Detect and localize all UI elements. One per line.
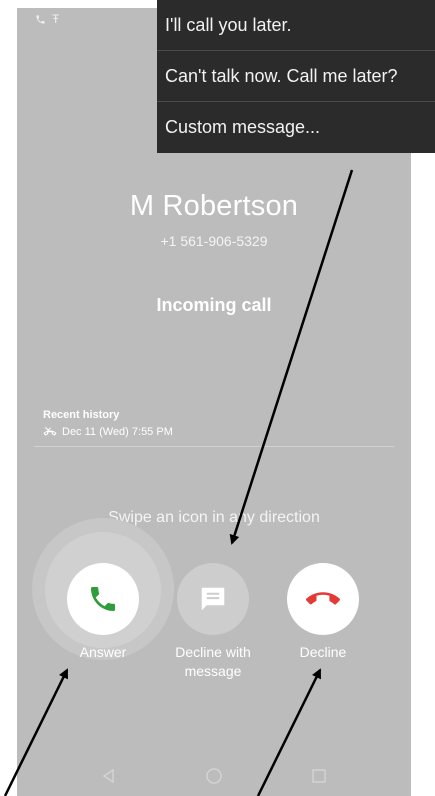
screenshot-stage: Ŧ M Robertson +1 561-906-5329 Incoming c… xyxy=(0,0,435,796)
answer-button[interactable] xyxy=(67,563,139,635)
recent-history-title: Recent history xyxy=(43,409,120,421)
back-icon xyxy=(102,768,114,784)
call-status: Incoming call xyxy=(156,295,272,315)
decline-with-message-label-line2: message xyxy=(184,663,242,679)
home-button[interactable] xyxy=(202,764,226,788)
quick-reply-item[interactable]: I'll call you later. xyxy=(157,0,435,51)
t-mobile-icon: Ŧ xyxy=(52,12,60,26)
status-bar: Ŧ xyxy=(35,12,59,26)
caller-number: +1 561-906-5329 xyxy=(160,233,268,249)
quick-reply-item[interactable]: Can't talk now. Call me later? xyxy=(157,51,435,102)
answer-label: Answer xyxy=(79,644,127,660)
recents-button[interactable] xyxy=(307,764,331,788)
recents-icon xyxy=(312,769,326,783)
home-icon xyxy=(206,768,222,784)
recent-history-date: Dec 11 (Wed) 7:55 PM xyxy=(62,426,173,438)
answer-action[interactable]: Answer xyxy=(43,563,163,662)
divider xyxy=(34,446,394,447)
back-button[interactable] xyxy=(97,764,121,788)
recent-history-entry[interactable]: Dec 11 (Wed) 7:55 PM xyxy=(43,426,173,438)
decline-with-message-label: Decline with message xyxy=(153,643,273,681)
decline-with-message-label-line1: Decline with xyxy=(175,644,251,660)
quick-reply-custom-message[interactable]: Custom message... xyxy=(157,102,435,153)
phone-icon xyxy=(91,587,115,611)
missed-call-icon xyxy=(43,426,57,436)
decline-button[interactable] xyxy=(287,563,359,635)
message-icon xyxy=(201,587,225,611)
quick-reply-menu: I'll call you later. Can't talk now. Cal… xyxy=(157,0,435,153)
phone-call-icon xyxy=(36,14,45,24)
hang-up-icon xyxy=(306,592,340,605)
navigation-bar xyxy=(17,760,411,790)
decline-with-message-button[interactable] xyxy=(177,563,249,635)
decline-action[interactable]: Decline xyxy=(263,563,383,662)
decline-label: Decline xyxy=(299,644,347,660)
decline-with-message-action[interactable]: Decline with message xyxy=(153,563,273,681)
caller-name: M Robertson xyxy=(129,190,299,222)
